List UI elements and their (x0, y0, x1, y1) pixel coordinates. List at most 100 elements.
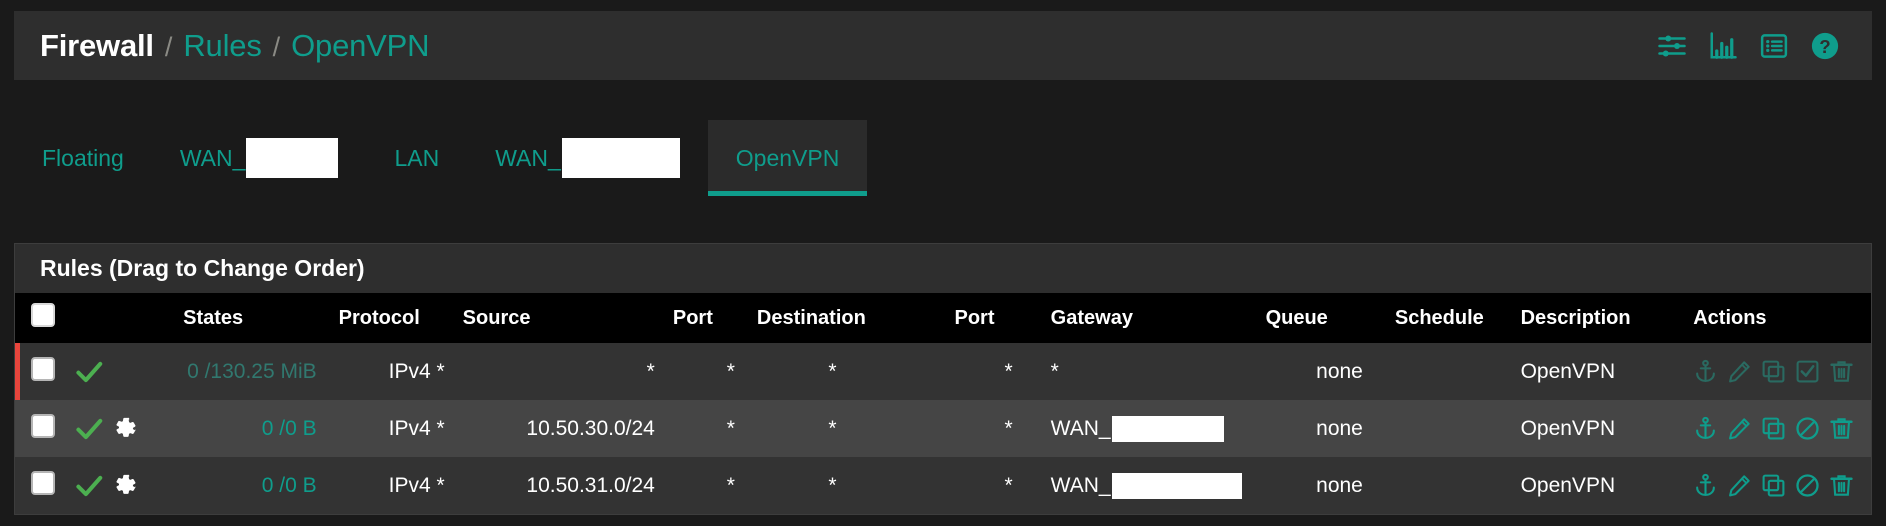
tab-wan-2[interactable]: WAN_ (467, 120, 708, 196)
breadcrumb-openvpn-link[interactable]: OpenVPN (291, 28, 429, 64)
header-select-all (15, 293, 74, 343)
header-destination: Destination (756, 306, 866, 329)
copy-icon[interactable] (1761, 473, 1786, 498)
tab-floating[interactable]: Floating (14, 120, 152, 196)
gateway-value: * (1050, 359, 1059, 383)
gateway-value-wrap: * (1051, 360, 1059, 384)
tab-openvpn-label: OpenVPN (735, 144, 840, 171)
row-gateway-cell: WAN_ (1041, 457, 1266, 514)
breadcrumb-separator-2: / (272, 31, 281, 62)
delete-trash-icon[interactable] (1829, 359, 1854, 384)
tab-floating-label: Floating (42, 144, 124, 171)
pass-check-icon (74, 357, 104, 387)
firewall-rules-table: States Protocol Source Port Destination … (15, 293, 1871, 514)
delete-trash-icon[interactable] (1829, 473, 1854, 498)
tab-wan-1-redaction (246, 138, 339, 178)
copy-icon[interactable] (1761, 359, 1786, 384)
row-gateway-cell: * (1041, 343, 1266, 400)
tab-lan[interactable]: LAN (366, 120, 467, 196)
row-source-cell: 10.50.30.0/24 (526, 416, 655, 440)
row-select-checkbox[interactable] (31, 470, 55, 495)
row-states-cell: 0 /0 B (183, 400, 339, 457)
rules-panel-heading: Rules (Drag to Change Order) (15, 244, 1871, 293)
traffic-graph-icon[interactable] (1708, 31, 1738, 61)
toggle-icon[interactable] (1795, 473, 1820, 498)
rules-panel: Rules (Drag to Change Order) States Prot… (14, 243, 1872, 515)
row-description-cell: OpenVPN (1520, 473, 1616, 497)
breadcrumb-root: Firewall (40, 27, 154, 63)
header-queue: Queue (1265, 306, 1328, 329)
anchor-icon[interactable] (1693, 359, 1718, 384)
states-value[interactable]: 0 /0 B (262, 474, 317, 497)
edit-pencil-icon[interactable] (1727, 416, 1752, 441)
row-actions-cell (1671, 343, 1871, 400)
breadcrumb: Firewall / Rules / OpenVPN (40, 28, 1657, 64)
copy-icon[interactable] (1761, 416, 1786, 441)
tab-wan-2-label: WAN_ (495, 144, 561, 171)
row-actions-cell (1671, 457, 1871, 514)
help-icon[interactable]: ? (1810, 31, 1840, 61)
table-row[interactable]: 0 /130.25 MiB IPv4 * * * * * * none Open… (15, 343, 1871, 400)
states-value[interactable]: 0 /0 B (262, 417, 317, 440)
page-header: Firewall / Rules / OpenVPN ? (14, 11, 1872, 80)
row-schedule-cell (1375, 400, 1493, 457)
gateway-value-wrap: WAN_ (1050, 472, 1242, 499)
toggle-icon[interactable] (1795, 359, 1820, 384)
states-value[interactable]: 0 /130.25 MiB (187, 360, 317, 383)
row-port-destination-cell: * (1004, 359, 1013, 383)
row-description-cell: OpenVPN (1520, 416, 1616, 440)
gateway-value: WAN_ (1050, 416, 1111, 440)
select-all-checkbox[interactable] (31, 303, 55, 327)
breadcrumb-separator-1: / (164, 31, 173, 62)
row-select-checkbox[interactable] (31, 356, 55, 381)
row-actions-group (1693, 473, 1871, 498)
row-status-cell (74, 343, 183, 400)
row-destination-cell: * (828, 359, 837, 383)
edit-pencil-icon[interactable] (1727, 359, 1752, 384)
header-port-source: Port (672, 306, 713, 329)
row-queue-cell: none (1316, 416, 1363, 440)
header-status-icons (74, 293, 183, 343)
table-row[interactable]: 0 /0 B IPv4 * 10.50.31.0/24 * * * WAN_ n… (15, 457, 1871, 514)
header-protocol: Protocol (338, 306, 420, 329)
row-schedule-cell (1375, 343, 1493, 400)
row-select-cell (15, 400, 74, 457)
gateway-value: WAN_ (1050, 473, 1111, 497)
row-queue-cell: none (1316, 473, 1363, 497)
row-actions-cell (1671, 400, 1871, 457)
tab-lan-label: LAN (394, 144, 440, 171)
gateway-redaction (1111, 415, 1224, 442)
row-protocol-cell: IPv4 * (388, 416, 445, 440)
table-header: States Protocol Source Port Destination … (15, 293, 1871, 343)
anchor-icon[interactable] (1693, 416, 1718, 441)
firewall-log-icon[interactable] (1759, 31, 1789, 61)
header-port-destination: Port (954, 306, 995, 329)
row-port-destination-cell: * (1004, 416, 1013, 440)
pass-check-icon (74, 471, 104, 501)
row-protocol-cell: IPv4 * (388, 359, 445, 383)
advanced-filter-icon[interactable] (1657, 31, 1687, 61)
tab-wan-1-label: WAN_ (179, 144, 246, 171)
delete-trash-icon[interactable] (1829, 416, 1854, 441)
interface-tab-bar: Floating WAN_ LAN WAN_ OpenVPN (14, 120, 1872, 196)
anchor-icon[interactable] (1693, 473, 1718, 498)
svg-text:?: ? (1819, 35, 1830, 56)
row-destination-cell: * (828, 416, 837, 440)
breadcrumb-rules-link[interactable]: Rules (183, 28, 261, 64)
row-status-cell (74, 400, 183, 457)
row-select-checkbox[interactable] (31, 413, 55, 438)
advanced-gear-icon (111, 472, 138, 499)
table-row[interactable]: 0 /0 B IPv4 * 10.50.30.0/24 * * * WAN_ n… (15, 400, 1871, 457)
status-icon-cluster (74, 414, 183, 444)
table-body: 0 /130.25 MiB IPv4 * * * * * * none Open… (15, 343, 1871, 514)
edit-pencil-icon[interactable] (1727, 473, 1752, 498)
row-port-destination-cell: * (1004, 473, 1013, 497)
tab-wan-1[interactable]: WAN_ (152, 120, 367, 196)
header-states: States (183, 306, 244, 329)
toggle-icon[interactable] (1795, 416, 1820, 441)
tab-openvpn[interactable]: OpenVPN (707, 120, 868, 196)
table-header-row: States Protocol Source Port Destination … (15, 293, 1871, 343)
row-queue-cell: none (1316, 359, 1363, 383)
row-protocol-cell: IPv4 * (388, 473, 445, 497)
row-gateway-cell: WAN_ (1041, 400, 1266, 457)
